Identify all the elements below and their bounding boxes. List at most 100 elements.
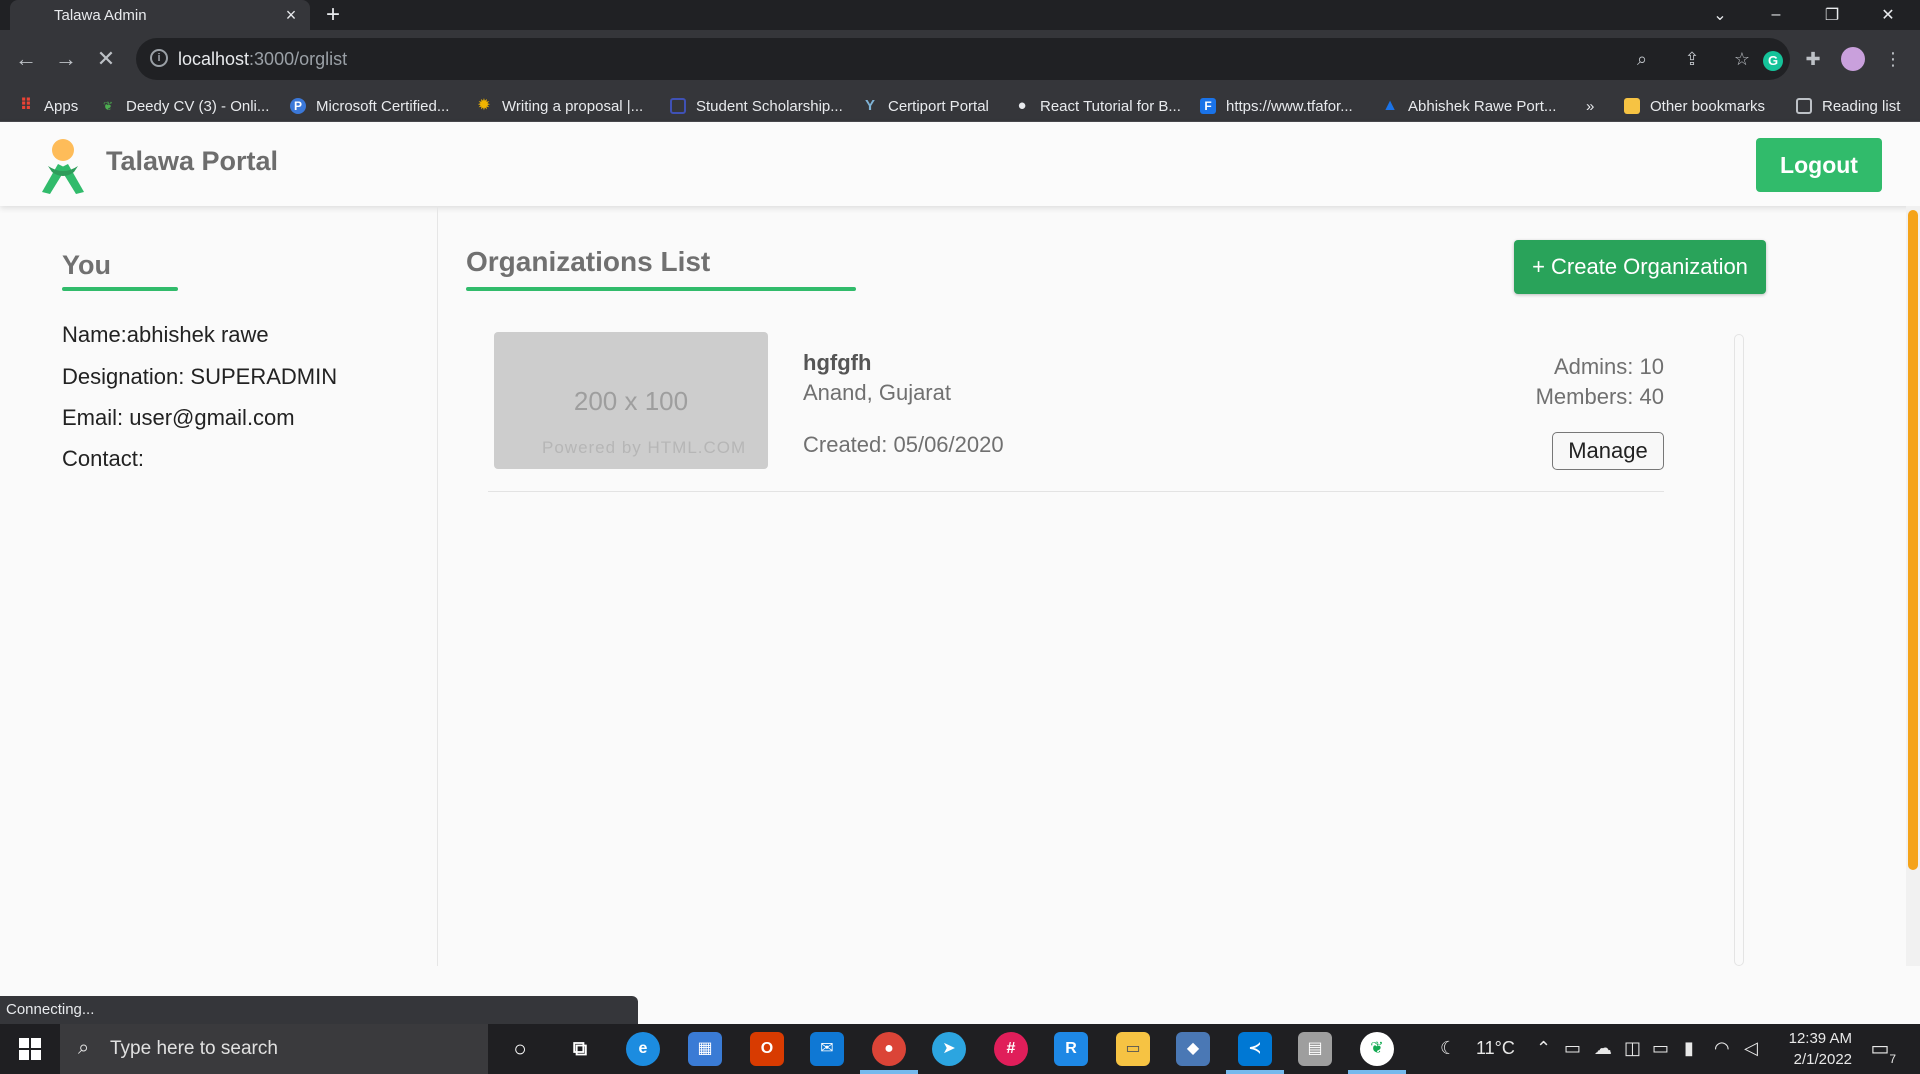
bookmark-apps[interactable]: ⠿ Apps — [18, 95, 78, 117]
organization-list-scrollbar[interactable] — [1734, 334, 1744, 966]
overleaf-icon: ❦ — [102, 99, 114, 113]
microphone-icon[interactable]: ▮ — [1684, 1038, 1694, 1059]
task-view-icon[interactable]: ⧉ — [563, 1032, 597, 1066]
page-scrollbar[interactable] — [1906, 206, 1920, 966]
weather-moon-icon[interactable]: ☾ — [1440, 1038, 1456, 1059]
reading-list[interactable]: Reading list — [1796, 95, 1900, 117]
bookmark-react-tutorial[interactable]: ● React Tutorial for B... — [1014, 95, 1181, 117]
forward-icon[interactable]: → — [50, 43, 82, 75]
bookmark-label: Certiport Portal — [888, 97, 989, 115]
display-icon[interactable]: ▭ — [1564, 1038, 1581, 1059]
close-tab-icon[interactable]: × — [282, 6, 300, 24]
browser-menu-icon[interactable]: ⋮ — [1878, 44, 1908, 74]
vscode-icon[interactable]: ≺ — [1238, 1032, 1272, 1066]
logout-button[interactable]: Logout — [1756, 138, 1882, 192]
bookmark-tfafor[interactable]: F https://www.tfafor... — [1200, 95, 1353, 117]
bookmark-label: Microsoft Certified... — [316, 97, 450, 115]
manage-organization-button[interactable]: Manage — [1552, 432, 1664, 470]
site-info-icon[interactable]: i — [150, 49, 168, 67]
notification-center-icon[interactable]: ▭ 7 — [1866, 1036, 1896, 1066]
stop-loading-icon[interactable]: ✕ — [90, 43, 122, 75]
page-scrollbar-thumb[interactable] — [1908, 210, 1918, 870]
bookmark-microsoft-certified[interactable]: P Microsoft Certified... — [290, 95, 449, 117]
p-icon: P — [290, 98, 306, 114]
edge-browser-icon[interactable]: e — [626, 1032, 660, 1066]
organization-card: 200 x 100 Powered by HTML.COM hgfgfh Ana… — [488, 332, 1664, 492]
browser-status-bar: Connecting... — [0, 996, 638, 1024]
tab-search-icon[interactable]: ⌄ — [1692, 0, 1748, 30]
address-bar[interactable]: i localhost:3000/orglist ⌕ ⇪ ☆ — [136, 38, 1790, 80]
bookmark-label: https://www.tfafor... — [1226, 97, 1353, 115]
bookmark-abhishek-portfolio[interactable]: ▲ Abhishek Rawe Port... — [1382, 95, 1556, 117]
telegram-icon[interactable]: ➤ — [932, 1032, 966, 1066]
mail-icon[interactable]: ✉ — [810, 1032, 844, 1066]
organization-location: Anand, Gujarat — [803, 380, 951, 405]
extensions-puzzle-icon[interactable]: ✚ — [1798, 44, 1828, 74]
bookmark-label: Deedy CV (3) - Onli... — [126, 97, 270, 115]
profile-designation: Designation: SUPERADMIN — [62, 364, 338, 389]
network-app-icon[interactable]: ▤ — [1298, 1032, 1332, 1066]
profile-title: You — [62, 250, 111, 280]
office-icon[interactable]: O — [750, 1032, 784, 1066]
close-window-icon[interactable]: ✕ — [1860, 0, 1916, 30]
share-icon[interactable]: ⇪ — [1680, 47, 1704, 71]
bookmark-label: Abhishek Rawe Port... — [1408, 97, 1557, 115]
minimize-icon[interactable]: – — [1748, 0, 1804, 30]
brand-title: Talawa Portal — [106, 146, 279, 176]
taskbar-clock[interactable]: 12:39 AM 2/1/2022 — [1772, 1028, 1852, 1070]
drive-app-icon[interactable]: ◆ — [1176, 1032, 1210, 1066]
new-tab-button[interactable]: + — [326, 2, 340, 28]
bookmark-label: React Tutorial for B... — [1040, 97, 1181, 115]
browser-tab-strip: Talawa Admin × + ⌄ – ❐ ✕ — [0, 0, 1920, 30]
profile-avatar-icon[interactable] — [1838, 44, 1868, 74]
grammarly-extension-icon[interactable]: G — [1758, 44, 1788, 74]
onedrive-cloud-icon[interactable]: ☁ — [1594, 1038, 1612, 1059]
file-explorer-icon[interactable]: ▭ — [1116, 1032, 1150, 1066]
bookmark-student-scholarship[interactable]: Student Scholarship... — [670, 95, 843, 117]
placeholder-size-text: 200 x 100 — [573, 386, 689, 416]
url-text[interactable]: localhost:3000/orglist — [178, 49, 347, 70]
volume-icon[interactable]: ◁ — [1744, 1038, 1758, 1059]
create-organization-button[interactable]: + Create Organization — [1514, 240, 1766, 294]
back-icon[interactable]: ← — [10, 43, 42, 75]
chrome-icon[interactable]: ● — [872, 1032, 906, 1066]
restore-icon[interactable]: ❐ — [1804, 0, 1860, 30]
other-bookmarks-folder[interactable]: Other bookmarks — [1624, 95, 1765, 117]
show-hidden-icons-icon[interactable]: ⌃ — [1536, 1038, 1551, 1059]
placeholder-powered-text: Powered by HTML.COM — [542, 438, 747, 457]
clock-date: 2/1/2022 — [1793, 1051, 1852, 1068]
zoom-icon[interactable]: ⌕ — [1630, 47, 1654, 71]
windows-start-icon[interactable] — [10, 1036, 50, 1062]
bookmark-star-icon[interactable]: ☆ — [1730, 47, 1754, 71]
meet-camera-icon[interactable]: ◫ — [1624, 1038, 1641, 1059]
windows-taskbar: ⌕ Type here to search ○ ⧉ e ▦ O ✉ ● ➤ # … — [0, 1024, 1920, 1074]
book-icon — [670, 98, 686, 114]
bookmark-deedy-cv[interactable]: ❦ Deedy CV (3) - Onli... — [100, 95, 269, 117]
bookmark-label: Writing a proposal |... — [502, 97, 644, 115]
organization-image-placeholder: 200 x 100 Powered by HTML.COM — [494, 332, 768, 469]
microsoft-store-icon[interactable]: ▦ — [688, 1032, 722, 1066]
bookmarks-bar: ⠿ Apps ❦ Deedy CV (3) - Onli... P Micros… — [0, 88, 1920, 122]
weather-temperature[interactable]: 11°C — [1476, 1038, 1515, 1059]
organization-admins-count: Admins: 10 — [1553, 354, 1664, 379]
profile-email: Email: user@gmail.com — [62, 405, 295, 430]
taskbar-search-box[interactable]: ⌕ Type here to search — [60, 1024, 488, 1074]
chrome-active-indicator — [860, 1070, 918, 1074]
f-icon: F — [1200, 98, 1216, 114]
notification-count: 7 — [1889, 1052, 1896, 1066]
browser-tab[interactable]: Talawa Admin × — [10, 0, 310, 30]
more-bookmarks-chevron-icon[interactable]: » — [1586, 95, 1594, 117]
cortana-icon[interactable]: ○ — [503, 1032, 537, 1066]
vscode-active-indicator — [1226, 1070, 1284, 1074]
r-app-icon[interactable]: R — [1054, 1032, 1088, 1066]
wifi-icon[interactable]: ◠ — [1714, 1038, 1730, 1059]
mongodb-compass-icon[interactable]: ❦ — [1360, 1032, 1394, 1066]
battery-icon[interactable]: ▭ — [1652, 1038, 1669, 1059]
browser-toolbar: ← → ✕ i localhost:3000/orglist ⌕ ⇪ ☆ G ✚… — [0, 30, 1920, 88]
a-icon: ▲ — [1382, 97, 1398, 114]
organization-name: hgfgfh — [803, 350, 872, 375]
sun-icon: ✹ — [477, 97, 491, 114]
bookmark-certiport[interactable]: Y Certiport Portal — [862, 95, 989, 117]
bookmark-writing-proposal[interactable]: ✹ Writing a proposal |... — [476, 95, 643, 117]
slack-icon[interactable]: # — [994, 1032, 1028, 1066]
